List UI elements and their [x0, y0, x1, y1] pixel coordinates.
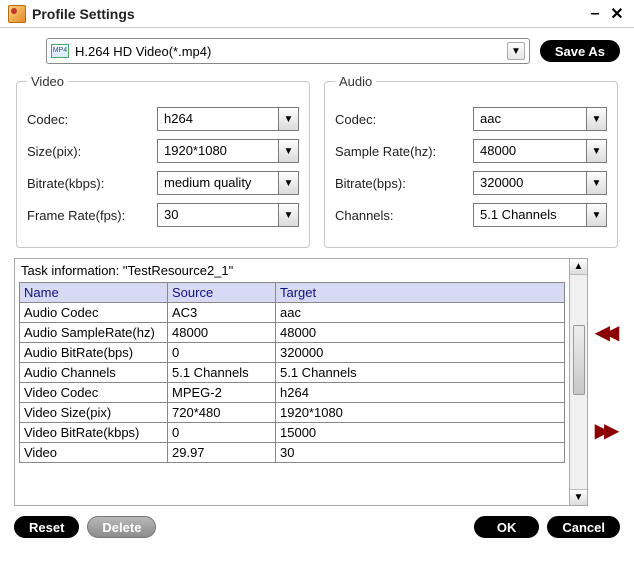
cell-target: 15000	[276, 423, 565, 443]
video-bitrate-value: medium quality	[158, 172, 278, 194]
video-legend: Video	[27, 74, 68, 89]
audio-codec-label: Codec:	[335, 112, 473, 127]
cell-target: 30	[276, 443, 565, 463]
task-info-title: Task information: "TestResource2_1"	[19, 261, 565, 282]
cell-source: MPEG-2	[168, 383, 276, 403]
audio-legend: Audio	[335, 74, 376, 89]
cell-source: 0	[168, 343, 276, 363]
cell-name: Video Size(pix)	[20, 403, 168, 423]
col-target: Target	[276, 283, 565, 303]
audio-codec-value: aac	[474, 108, 586, 130]
table-row: Audio Channels5.1 Channels5.1 Channels	[20, 363, 565, 383]
audio-bitrate-value: 320000	[474, 172, 586, 194]
video-size-value: 1920*1080	[158, 140, 278, 162]
reset-button[interactable]: Reset	[14, 516, 79, 538]
cell-name: Audio Channels	[20, 363, 168, 383]
chevron-down-icon[interactable]: ▼	[507, 42, 525, 60]
cell-target: h264	[276, 383, 565, 403]
video-bitrate-select[interactable]: medium quality ▼	[157, 171, 299, 195]
chevron-down-icon[interactable]: ▼	[586, 108, 606, 130]
col-source: Source	[168, 283, 276, 303]
col-name: Name	[20, 283, 168, 303]
table-row: Video BitRate(kbps)015000	[20, 423, 565, 443]
video-codec-select[interactable]: h264 ▼	[157, 107, 299, 131]
video-panel: Video Codec: h264 ▼ Size(pix): 1920*1080…	[16, 74, 310, 248]
delete-button[interactable]: Delete	[87, 516, 156, 538]
cell-target: 5.1 Channels	[276, 363, 565, 383]
app-icon	[8, 5, 26, 23]
cell-name: Video BitRate(kbps)	[20, 423, 168, 443]
cell-target: 1920*1080	[276, 403, 565, 423]
table-row: Video29.9730	[20, 443, 565, 463]
scroll-thumb[interactable]	[573, 325, 585, 395]
audio-samplerate-value: 48000	[474, 140, 586, 162]
cell-target: 48000	[276, 323, 565, 343]
audio-bitrate-label: Bitrate(bps):	[335, 176, 473, 191]
audio-codec-select[interactable]: aac ▼	[473, 107, 607, 131]
cell-name: Video	[20, 443, 168, 463]
scroll-down-icon[interactable]: ▼	[570, 489, 587, 505]
chevron-down-icon[interactable]: ▼	[586, 140, 606, 162]
cell-source: 5.1 Channels	[168, 363, 276, 383]
cell-target: aac	[276, 303, 565, 323]
chevron-down-icon[interactable]: ▼	[586, 204, 606, 226]
audio-channels-value: 5.1 Channels	[474, 204, 586, 226]
table-row: Audio SampleRate(hz)4800048000	[20, 323, 565, 343]
chevron-down-icon[interactable]: ▼	[278, 204, 298, 226]
cell-source: 29.97	[168, 443, 276, 463]
audio-channels-label: Channels:	[335, 208, 473, 223]
video-framerate-select[interactable]: 30 ▼	[157, 203, 299, 227]
video-framerate-label: Frame Rate(fps):	[27, 208, 157, 223]
cell-source: 0	[168, 423, 276, 443]
cell-source: 48000	[168, 323, 276, 343]
table-row: Video Size(pix)720*4801920*1080	[20, 403, 565, 423]
video-bitrate-label: Bitrate(kbps):	[27, 176, 157, 191]
vertical-scrollbar[interactable]: ▲ ▼	[570, 258, 588, 506]
video-codec-label: Codec:	[27, 112, 157, 127]
cell-name: Audio SampleRate(hz)	[20, 323, 168, 343]
audio-channels-select[interactable]: 5.1 Channels ▼	[473, 203, 607, 227]
title-bar: Profile Settings – ✕	[0, 0, 634, 28]
profile-select[interactable]: MP4 H.264 HD Video(*.mp4) ▼	[46, 38, 530, 64]
profile-selected-text: H.264 HD Video(*.mp4)	[75, 44, 507, 59]
chevron-down-icon[interactable]: ▼	[278, 140, 298, 162]
task-info-table: Name Source Target Audio CodecAC3aacAudi…	[19, 282, 565, 463]
close-button[interactable]: ✕	[608, 4, 626, 24]
task-info-scroll[interactable]: Task information: "TestResource2_1" Name…	[14, 258, 570, 506]
prev-task-button[interactable]: ◀◀	[595, 323, 614, 343]
window-title: Profile Settings	[32, 6, 582, 22]
mp4-format-icon: MP4	[51, 44, 69, 58]
cell-name: Audio Codec	[20, 303, 168, 323]
cancel-button[interactable]: Cancel	[547, 516, 620, 538]
cell-name: Video Codec	[20, 383, 168, 403]
table-row: Audio BitRate(bps)0320000	[20, 343, 565, 363]
video-size-label: Size(pix):	[27, 144, 157, 159]
chevron-down-icon[interactable]: ▼	[278, 108, 298, 130]
scroll-up-icon[interactable]: ▲	[570, 259, 587, 275]
audio-samplerate-select[interactable]: 48000 ▼	[473, 139, 607, 163]
cell-target: 320000	[276, 343, 565, 363]
save-as-button[interactable]: Save As	[540, 40, 620, 62]
video-codec-value: h264	[158, 108, 278, 130]
chevron-down-icon[interactable]: ▼	[278, 172, 298, 194]
table-header-row: Name Source Target	[20, 283, 565, 303]
audio-bitrate-select[interactable]: 320000 ▼	[473, 171, 607, 195]
audio-panel: Audio Codec: aac ▼ Sample Rate(hz): 4800…	[324, 74, 618, 248]
video-framerate-value: 30	[158, 204, 278, 226]
cell-name: Audio BitRate(bps)	[20, 343, 168, 363]
minimize-button[interactable]: –	[586, 5, 604, 23]
cell-source: AC3	[168, 303, 276, 323]
table-row: Audio CodecAC3aac	[20, 303, 565, 323]
video-size-select[interactable]: 1920*1080 ▼	[157, 139, 299, 163]
ok-button[interactable]: OK	[474, 516, 540, 538]
table-row: Video CodecMPEG-2h264	[20, 383, 565, 403]
chevron-down-icon[interactable]: ▼	[586, 172, 606, 194]
cell-source: 720*480	[168, 403, 276, 423]
next-task-button[interactable]: ▶▶	[595, 421, 614, 441]
audio-samplerate-label: Sample Rate(hz):	[335, 144, 473, 159]
